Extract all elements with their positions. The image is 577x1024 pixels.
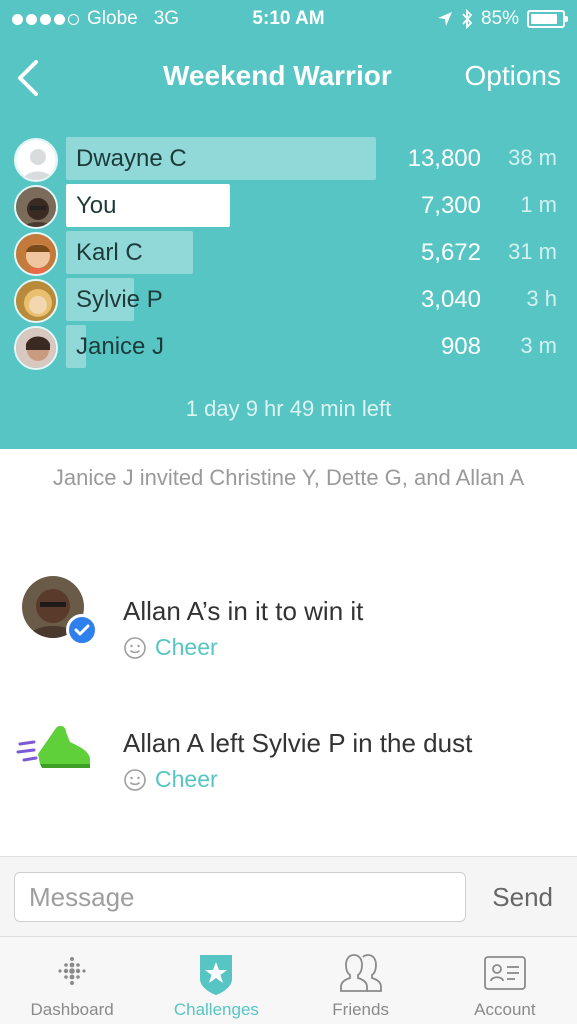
leaderboard-row[interactable]: Sylvie P 3,040 3 h bbox=[0, 277, 577, 324]
participant-name: Karl C bbox=[76, 239, 143, 266]
participant-name: Sylvie P bbox=[76, 286, 163, 313]
options-button[interactable]: Options bbox=[465, 60, 562, 92]
tab-challenges[interactable]: Challenges bbox=[144, 937, 288, 1024]
last-sync: 31 m bbox=[508, 239, 557, 264]
bluetooth-icon bbox=[462, 9, 473, 29]
smile-icon bbox=[124, 636, 146, 659]
participant-name: Janice J bbox=[76, 333, 165, 360]
star-badge-icon bbox=[200, 955, 233, 995]
tab-account[interactable]: Account bbox=[433, 937, 577, 1024]
running-shoe-icon bbox=[16, 725, 90, 768]
send-button[interactable]: Send bbox=[492, 882, 553, 913]
invite-message: Janice J invited Christine Y, Dette G, a… bbox=[52, 465, 525, 490]
nav-bar: Weekend Warrior Options bbox=[0, 50, 577, 104]
account-card-icon bbox=[483, 956, 526, 990]
feed-title: Allan A’s in it to win it bbox=[123, 596, 364, 626]
back-button[interactable] bbox=[10, 56, 50, 100]
message-bar: Send bbox=[0, 856, 577, 936]
cheer-button[interactable]: Cheer bbox=[123, 766, 218, 793]
tab-label: Dashboard bbox=[30, 1000, 114, 1019]
tab-friends[interactable]: Friends bbox=[289, 937, 433, 1024]
participant-name: Dwayne C bbox=[76, 145, 187, 172]
last-sync: 1 m bbox=[520, 192, 557, 217]
cheer-label: Cheer bbox=[155, 766, 218, 792]
tab-bar: Dashboard Challenges Friends Account bbox=[0, 936, 577, 1024]
leaderboard-row[interactable]: Karl C 5,672 31 m bbox=[0, 230, 577, 277]
step-count: 5,672 bbox=[420, 239, 481, 266]
tab-label: Account bbox=[474, 1000, 536, 1019]
avatar bbox=[14, 326, 58, 370]
tab-label: Friends bbox=[332, 1000, 389, 1019]
step-count: 7,300 bbox=[420, 192, 481, 219]
battery-percent: 85% bbox=[480, 8, 519, 29]
last-sync: 3 m bbox=[520, 333, 557, 358]
friends-icon bbox=[339, 954, 382, 992]
avatar bbox=[14, 232, 58, 276]
battery-icon bbox=[527, 10, 568, 28]
participant-name: You bbox=[76, 192, 117, 219]
status-bar: Globe 3G 5:10 AM 85% bbox=[0, 0, 577, 38]
location-arrow-icon bbox=[437, 12, 452, 26]
tab-label: Challenges bbox=[173, 1000, 259, 1019]
smile-icon bbox=[124, 768, 146, 791]
back-chevron-icon bbox=[18, 60, 38, 96]
tab-dashboard[interactable]: Dashboard bbox=[0, 937, 144, 1024]
feed-item: Allan A left Sylvie P in the dust Cheer bbox=[0, 725, 577, 828]
feed-item: Allan A’s in it to win it Cheer bbox=[0, 576, 577, 696]
step-count: 13,800 bbox=[407, 145, 481, 172]
verified-check-icon bbox=[66, 614, 98, 646]
leaderboard: Dwayne C 13,800 38 m You 7,300 1 m Karl … bbox=[0, 136, 577, 371]
cheer-label: Cheer bbox=[155, 634, 218, 660]
avatar-placeholder bbox=[14, 138, 58, 182]
cheer-button[interactable]: Cheer bbox=[123, 634, 218, 661]
leaderboard-row[interactable]: You 7,300 1 m bbox=[0, 183, 577, 230]
step-count: 3,040 bbox=[420, 286, 481, 313]
challenge-header: Globe 3G 5:10 AM 85% Weekend Warrior Opt… bbox=[0, 0, 577, 449]
leaderboard-row[interactable]: Janice J 908 3 m bbox=[0, 324, 577, 371]
avatar bbox=[14, 185, 58, 229]
last-sync: 3 h bbox=[526, 286, 557, 311]
leaderboard-row[interactable]: Dwayne C 13,800 38 m bbox=[0, 136, 577, 183]
avatar bbox=[14, 279, 58, 323]
status-right: 85% bbox=[437, 8, 568, 30]
dashboard-dots-icon bbox=[58, 957, 86, 985]
step-count: 908 bbox=[440, 333, 481, 360]
time-remaining: 1 day 9 hr 49 min left bbox=[185, 396, 392, 421]
last-sync: 38 m bbox=[508, 145, 557, 170]
page-title: Weekend Warrior bbox=[163, 60, 392, 91]
feed-title: Allan A left Sylvie P in the dust bbox=[123, 728, 473, 758]
message-input[interactable] bbox=[14, 872, 466, 922]
